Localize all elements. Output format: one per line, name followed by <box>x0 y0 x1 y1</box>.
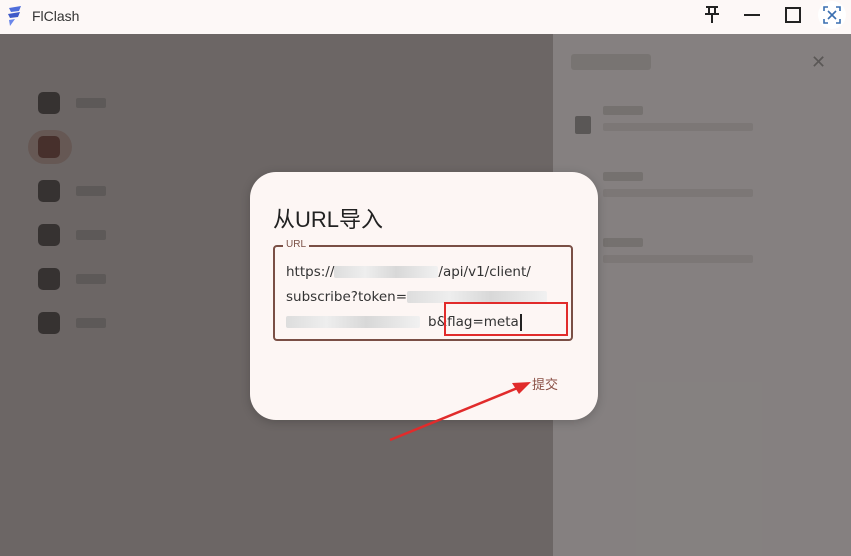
minimize-icon <box>744 14 760 16</box>
maximize-icon <box>785 7 801 23</box>
dialog-title: 从URL导入 <box>273 207 384 232</box>
close-button[interactable] <box>812 0 851 30</box>
redacted-token <box>286 316 420 328</box>
maximize-button[interactable] <box>773 0 813 30</box>
app-logo-icon <box>8 6 21 26</box>
title-bar: FlClash <box>0 0 851 34</box>
url-text-part: /api/v1/client/ <box>438 264 531 280</box>
url-input[interactable]: URL https:// /api/v1/client/ subscribe?to… <box>273 239 573 341</box>
url-text-part: https:// <box>286 264 335 280</box>
url-field-label: URL <box>283 239 310 250</box>
close-icon <box>823 6 841 24</box>
url-text-part: subscribe?token= <box>286 289 408 305</box>
import-url-dialog: 从URL导入 URL https:// /api/v1/client/ subsc… <box>250 172 598 420</box>
highlight-box <box>444 302 568 336</box>
submit-button[interactable]: 提交 <box>528 372 562 395</box>
redacted-domain <box>334 266 439 278</box>
app-title: FlClash <box>32 8 80 24</box>
pin-button[interactable] <box>692 0 732 30</box>
minimize-button[interactable] <box>732 0 772 30</box>
pin-icon <box>705 6 719 23</box>
